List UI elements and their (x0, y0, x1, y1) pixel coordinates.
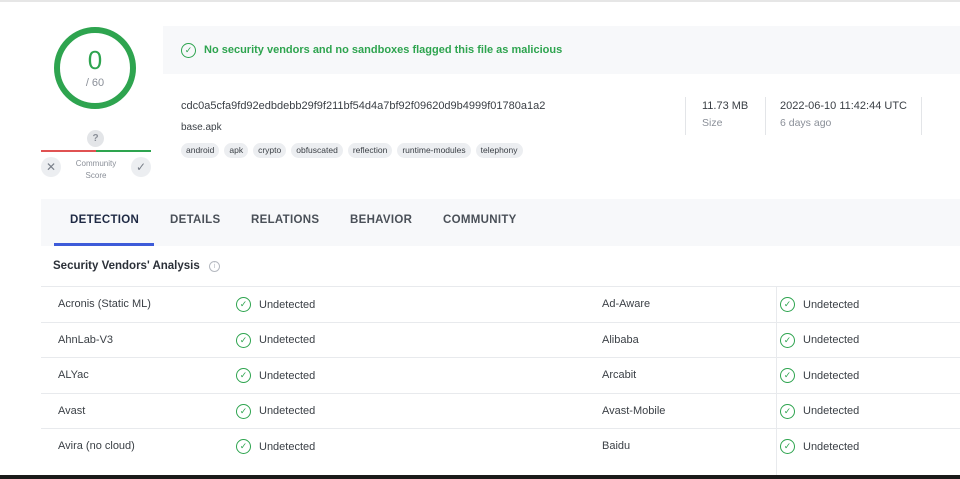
community-question-icon[interactable]: ? (87, 130, 104, 147)
active-tab-indicator (54, 243, 154, 246)
vendor-result: ✓ Undetected (236, 297, 315, 312)
tab-relations[interactable]: RELATIONS (251, 214, 319, 226)
file-hash[interactable]: cdc0a5cfa9fd92edbdebb29f9f211bf54d4a7bf9… (181, 100, 545, 112)
tab-community[interactable]: COMMUNITY (443, 214, 517, 226)
vendor-name: Acronis (Static ML) (58, 298, 151, 310)
vendor-result: ✓ Undetected (780, 403, 859, 419)
meta-divider (921, 97, 922, 135)
vendor-result: ✓ Undetected (780, 332, 859, 348)
check-circle-icon: ✓ (236, 439, 251, 455)
check-circle-icon: ✓ (780, 368, 795, 384)
scan-date-relative: 6 days ago (780, 117, 832, 129)
tag[interactable]: telephony (475, 143, 523, 158)
table-row: ALYac ✓ Undetected Arcabit ✓ Undetected (41, 357, 960, 393)
file-name: base.apk (181, 122, 222, 133)
vote-up-icon[interactable]: ✓ (131, 157, 151, 177)
vendor-result: ✓ Undetected (780, 297, 859, 312)
tag[interactable]: obfuscated (291, 143, 343, 158)
info-icon[interactable]: i (209, 261, 220, 272)
community-bar-negative (41, 150, 96, 152)
table-row: Avast ✓ Undetected Avast-Mobile ✓ Undetect… (41, 392, 960, 429)
tag[interactable]: android (181, 143, 220, 158)
table-row: AhnLab-V3 ✓ Undetected Alibaba ✓ Undetecte… (41, 321, 960, 358)
detection-score: 0 / 60 (53, 26, 137, 110)
check-circle-icon: ✓ (236, 297, 251, 312)
vendors-table: Acronis (Static ML) ✓ Undetected Ad-Aware… (41, 286, 960, 476)
vendor-name: Avira (no cloud) (58, 440, 135, 453)
meta-divider (765, 97, 766, 135)
community-bar-positive (96, 150, 151, 152)
vote-down-icon[interactable]: ✕ (41, 157, 61, 177)
file-size-value: 11.73 MB (702, 100, 749, 112)
window-bottom-edge (0, 475, 960, 479)
section-title: Security Vendors' Analysis (53, 260, 200, 272)
scan-date-value: 2022-06-10 11:42:44 UTC (780, 100, 907, 112)
vendor-name: Avast-Mobile (602, 404, 666, 417)
vendor-result: ✓ Undetected (236, 332, 315, 348)
table-row: Avira (no cloud) ✓ Undetected Baidu ✓ Unde… (41, 428, 960, 464)
tab-behavior[interactable]: BEHAVIOR (350, 214, 412, 226)
check-circle-icon: ✓ (780, 439, 795, 455)
tag[interactable]: runtime-modules (397, 143, 471, 158)
vendor-name: ALYac (58, 369, 89, 382)
tag[interactable]: reflection (347, 143, 393, 158)
vendor-name: Baidu (602, 440, 631, 453)
vendor-name: AhnLab-V3 (58, 333, 114, 346)
file-tags: android apk crypto obfuscated reflection… (181, 143, 523, 158)
vendor-result: ✓ Undetected (780, 439, 859, 455)
meta-divider (685, 97, 686, 135)
vendor-name: Arcabit (602, 369, 637, 382)
vendor-name: Alibaba (602, 333, 639, 346)
file-info-panel (163, 74, 960, 174)
status-banner: ✓ No security vendors and no sandboxes f… (163, 26, 960, 74)
top-border (0, 0, 960, 2)
report-tabs: DETECTION DETAILS RELATIONS BEHAVIOR COM… (41, 199, 960, 246)
vendor-result: ✓ Undetected (780, 368, 859, 384)
check-circle-icon: ✓ (780, 297, 795, 312)
banner-text: No security vendors and no sandboxes fla… (204, 44, 563, 56)
vendor-result: ✓ Undetected (236, 403, 315, 419)
check-circle-icon: ✓ (780, 403, 795, 419)
check-circle-icon: ✓ (780, 332, 795, 348)
tab-details[interactable]: DETAILS (170, 214, 220, 226)
vendor-result: ✓ Undetected (236, 368, 315, 384)
check-circle-icon: ✓ (236, 332, 251, 348)
score-total: / 60 (85, 77, 105, 89)
vendor-name: Avast (58, 404, 86, 417)
vendor-name: Ad-Aware (602, 298, 651, 310)
file-size-label: Size (702, 117, 723, 129)
tag[interactable]: apk (224, 143, 249, 158)
tag[interactable]: crypto (253, 143, 287, 158)
tab-detection[interactable]: DETECTION (70, 214, 139, 226)
check-circle-icon: ✓ (236, 368, 251, 384)
table-row: Acronis (Static ML) ✓ Undetected Ad-Aware… (41, 286, 960, 322)
column-divider (776, 286, 777, 476)
file-report-page: 0 / 60 ? ✕ Community Score ✓ ✓ No securi… (0, 0, 960, 479)
check-circle-icon: ✓ (236, 403, 251, 419)
score-detections: 0 (87, 45, 103, 75)
check-circle-icon: ✓ (181, 42, 196, 58)
vendor-result: ✓ Undetected (236, 439, 315, 455)
community-score-label: Community Score (75, 159, 117, 180)
